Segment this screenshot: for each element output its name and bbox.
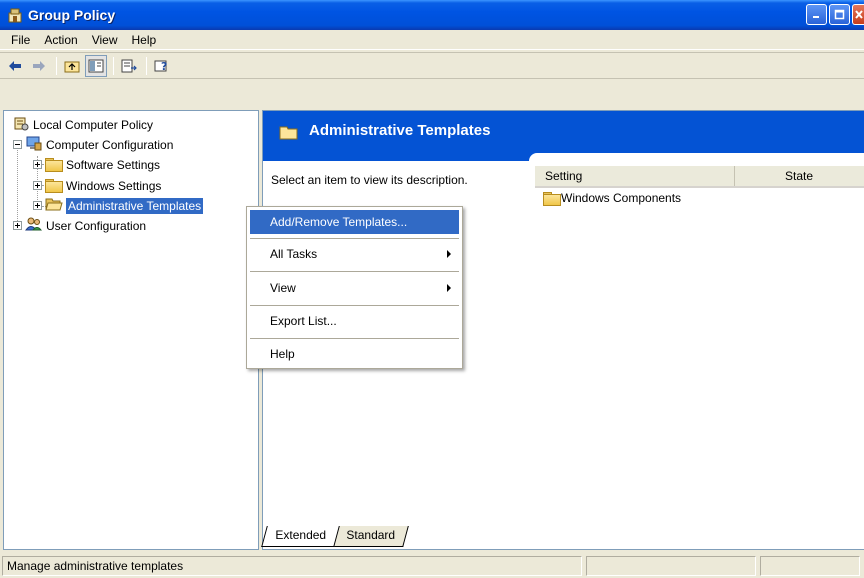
menu-item-all-tasks[interactable]: All Tasks (250, 242, 459, 266)
view-tabs: Extended Standard (261, 525, 409, 547)
help-icon[interactable]: ? (151, 55, 173, 77)
open-folder-icon (45, 197, 63, 214)
pane-heading: Administrative Templates (309, 122, 491, 139)
list-header: Setting State (535, 166, 864, 188)
export-list-icon[interactable] (118, 55, 140, 77)
folder-icon (45, 179, 63, 193)
tree-node-windows-settings[interactable]: Windows Settings (33, 176, 161, 195)
menu-help[interactable]: Help (125, 33, 164, 47)
menu-separator (250, 238, 459, 239)
collapse-toggle-icon[interactable] (13, 140, 22, 149)
expand-toggle-icon[interactable] (33, 160, 42, 169)
expand-toggle-icon[interactable] (13, 221, 22, 230)
menu-action[interactable]: Action (37, 33, 84, 47)
status-panel (586, 556, 756, 576)
menu-file[interactable]: File (4, 33, 37, 47)
description-text: Select an item to view its description. (271, 173, 468, 187)
menu-bar: File Action View Help (0, 30, 864, 50)
maximize-button[interactable] (829, 4, 850, 25)
menu-item-label: View (270, 281, 296, 295)
tree-node-administrative-templates[interactable]: Administrative Templates (33, 196, 204, 215)
folder-icon (543, 191, 561, 206)
tree-label: Windows Settings (66, 178, 162, 193)
forward-arrow-icon[interactable] (28, 55, 50, 77)
menu-item-add-remove-templates[interactable]: Add/Remove Templates... (250, 210, 459, 234)
list-item-label: Windows Components (561, 191, 682, 205)
tree-node-computer-configuration[interactable]: Computer Configuration (13, 135, 173, 154)
tree-label: Computer Configuration (46, 137, 174, 152)
close-button[interactable] (852, 4, 864, 25)
toolbar-separator (56, 56, 57, 75)
show-hide-tree-icon[interactable] (85, 54, 107, 77)
banner-tab-shape (529, 153, 864, 161)
tab-standard[interactable]: Standard (331, 526, 409, 547)
menu-view[interactable]: View (85, 33, 125, 47)
tree-label: Software Settings (66, 157, 161, 172)
toolbar-separator (146, 56, 147, 75)
menu-separator (250, 338, 459, 339)
list-item[interactable]: Windows Components (543, 191, 682, 206)
users-icon (25, 216, 43, 235)
tree-label: Administrative Templates (66, 197, 204, 214)
menu-item-view[interactable]: View (250, 276, 459, 300)
expand-toggle-icon[interactable] (33, 181, 42, 190)
title-bar[interactable]: Group Policy (0, 0, 864, 30)
submenu-arrow-icon (447, 250, 451, 258)
tree-node-software-settings[interactable]: Software Settings (33, 155, 160, 174)
tree-pane[interactable]: Local Computer Policy Computer Configura… (3, 110, 259, 550)
status-bar: Manage administrative templates (0, 554, 864, 578)
tree-label: User Configuration (46, 218, 147, 233)
minimize-button[interactable] (806, 4, 827, 25)
column-header-state[interactable]: State (735, 166, 864, 186)
back-arrow-icon[interactable] (4, 55, 26, 77)
header-banner: Administrative Templates (263, 111, 864, 161)
window-title: Group Policy (28, 7, 116, 23)
tree-node-user-configuration[interactable]: User Configuration (13, 216, 146, 235)
menu-item-label: All Tasks (270, 247, 318, 261)
policy-scroll-icon (13, 115, 29, 134)
group-policy-app-icon (7, 7, 23, 23)
folder-icon (279, 125, 299, 143)
expand-toggle-icon[interactable] (33, 201, 42, 210)
toolbar-separator (113, 56, 114, 75)
menu-item-help[interactable]: Help (250, 342, 459, 366)
menu-separator (250, 305, 459, 306)
up-folder-icon[interactable] (61, 55, 83, 77)
computer-icon (25, 135, 42, 154)
context-menu: Add/Remove Templates... All Tasks View E… (246, 206, 463, 369)
submenu-arrow-icon (447, 284, 451, 292)
tree-label: Local Computer Policy (33, 117, 154, 132)
folder-icon (45, 158, 63, 172)
svg-text:?: ? (161, 60, 167, 73)
menu-item-export-list[interactable]: Export List... (250, 309, 459, 333)
status-text: Manage administrative templates (2, 556, 582, 576)
tab-extended[interactable]: Extended (261, 526, 340, 547)
toolbar: ? (0, 52, 864, 79)
column-header-setting[interactable]: Setting (535, 166, 735, 186)
status-panel (760, 556, 860, 576)
menu-separator (250, 271, 459, 272)
tree-node-local-computer-policy[interactable]: Local Computer Policy (13, 115, 153, 134)
